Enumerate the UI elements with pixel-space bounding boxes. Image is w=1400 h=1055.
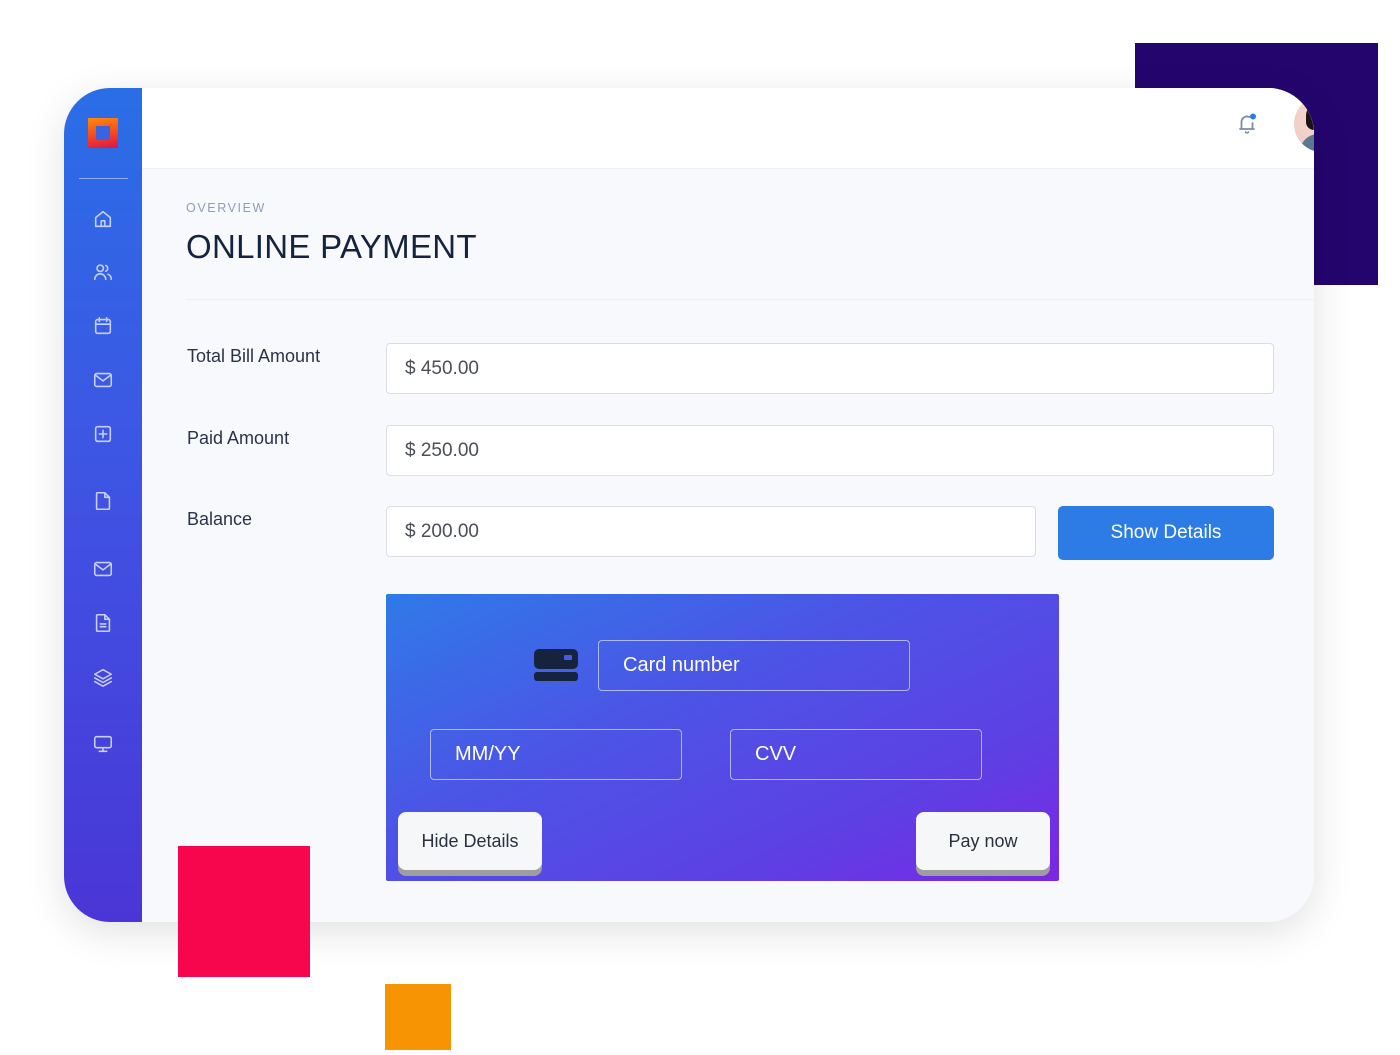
sidebar-item-calendar[interactable] [92,315,114,337]
notification-badge [1250,113,1256,120]
expiry-input[interactable]: MM/YY [430,729,682,780]
app-logo[interactable] [88,118,118,148]
pay-now-button[interactable]: Pay now [916,812,1050,870]
sidebar-item-home[interactable] [92,208,114,230]
credit-card-icon [534,649,578,681]
sidebar-item-inbox[interactable] [92,558,114,580]
notifications-button[interactable] [1232,108,1262,138]
top-bar [142,88,1314,169]
file-icon [95,491,111,511]
balance-label: Balance [187,509,253,529]
decorative-red-square [178,846,310,977]
sidebar-item-monitor[interactable] [92,733,114,755]
mail-icon [93,561,113,577]
users-icon [93,264,113,281]
total-bill-label: Total Bill Amount [187,346,321,366]
sidebar-item-documents[interactable] [92,612,114,634]
sidebar-item-file[interactable] [92,490,114,512]
calendar-icon [94,316,112,335]
sidebar-item-users[interactable] [92,261,114,283]
page-overline: OVERVIEW [186,201,266,215]
total-bill-input[interactable]: $ 450.00 [386,343,1274,394]
sidebar-item-add[interactable] [92,423,114,445]
paid-amount-label: Paid Amount [187,428,290,448]
sidebar-item-mail[interactable] [92,369,114,391]
document-text-icon [95,613,111,633]
user-avatar[interactable] [1294,96,1314,152]
decorative-orange-square [385,984,451,1050]
app-window: OVERVIEW ONLINE PAYMENT Total Bill Amoun… [64,88,1314,922]
sidebar-item-layers[interactable] [92,666,114,688]
home-icon [94,210,112,228]
bell-icon [1239,113,1256,134]
card-payment-panel: Card number MM/YY CVV Hide Details Pay n… [386,594,1059,881]
show-details-button[interactable]: Show Details [1058,506,1274,560]
sidebar-divider [79,178,128,179]
sidebar [64,88,142,922]
title-divider [186,299,1314,300]
mail-icon [93,372,113,388]
page-title: ONLINE PAYMENT [186,228,477,265]
paid-amount-input[interactable]: $ 250.00 [386,425,1274,476]
cvv-input[interactable]: CVV [730,729,982,780]
plus-square-icon [94,425,112,443]
monitor-icon [93,735,113,753]
card-number-input[interactable]: Card number [598,640,910,691]
balance-input[interactable]: $ 200.00 [386,506,1036,557]
hide-details-button[interactable]: Hide Details [398,812,542,870]
layers-icon [93,668,113,687]
